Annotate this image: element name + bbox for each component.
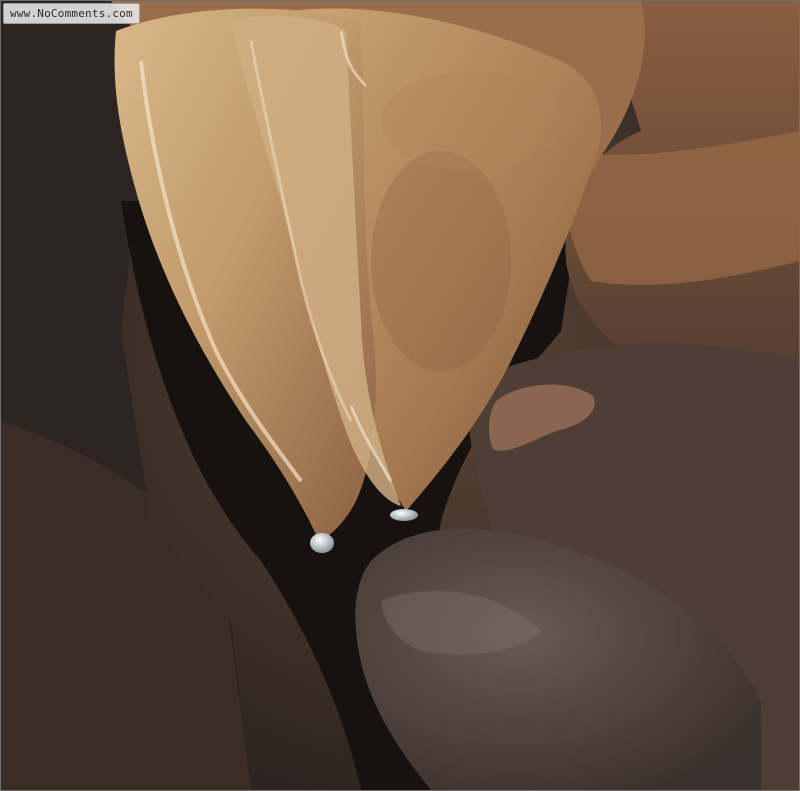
water-drop-right xyxy=(390,509,418,521)
lobe-texture xyxy=(381,71,561,171)
lobe-shading xyxy=(371,151,511,371)
watermark: www.NoComments.com xyxy=(3,3,140,24)
cave-photo xyxy=(1,1,799,790)
water-drop-left xyxy=(310,533,334,553)
photo-frame xyxy=(0,0,800,791)
